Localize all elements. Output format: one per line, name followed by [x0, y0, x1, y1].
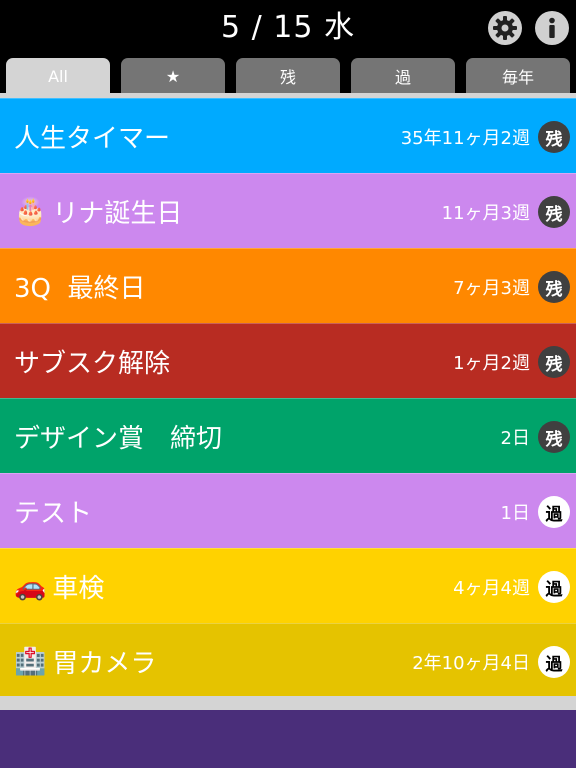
event-row[interactable]: デザイン賞 締切 2日 残 [0, 398, 576, 473]
event-period: 11ヶ月3週 [441, 202, 530, 224]
event-list: 人生タイマー 35年11ヶ月2週 残 🎂 リナ誕生日 11ヶ月3週 残 3Q 最終… [0, 98, 576, 698]
event-title: 🎂 リナ誕生日 [14, 196, 183, 230]
car-icon: 🚗 [14, 571, 47, 602]
event-period: 35年11ヶ月2週 [400, 127, 530, 149]
event-title: サブスク解除 [14, 349, 171, 379]
status-badge: 残 [538, 421, 570, 453]
event-period: 4ヶ月4週 [453, 577, 530, 599]
event-title: 🏥 胃カメラ [14, 646, 157, 680]
event-title: 人生タイマー [14, 124, 171, 154]
status-badge: 過 [538, 496, 570, 528]
event-period: 2日 [500, 427, 530, 449]
event-period: 1日 [500, 502, 530, 524]
gear-icon[interactable] [487, 10, 523, 46]
tab-yearly[interactable]: 毎年 [466, 58, 570, 94]
event-period: 1ヶ月2週 [453, 352, 530, 374]
birthday-cake-icon: 🎂 [14, 196, 47, 227]
tab-past[interactable]: 過 [351, 58, 455, 94]
event-row[interactable]: 🎂 リナ誕生日 11ヶ月3週 残 [0, 173, 576, 248]
event-period: 2年10ヶ月4日 [412, 652, 530, 674]
event-title: デザイン賞 締切 [14, 424, 223, 454]
event-row[interactable]: 🏥 胃カメラ 2年10ヶ月4日 過 [0, 623, 576, 698]
event-row[interactable]: サブスク解除 1ヶ月2週 残 [0, 323, 576, 398]
event-period: 7ヶ月3週 [453, 277, 530, 299]
event-title: テスト [14, 499, 93, 529]
status-badge: 過 [538, 646, 570, 678]
tab-remaining[interactable]: 残 [236, 58, 340, 94]
status-badge: 残 [538, 196, 570, 228]
status-badge: 残 [538, 271, 570, 303]
status-badge: 残 [538, 346, 570, 378]
event-row[interactable]: テスト 1日 過 [0, 473, 576, 548]
status-badge: 残 [538, 121, 570, 153]
list-bottom-divider [0, 696, 576, 710]
event-title: 🚗 車検 [14, 571, 105, 605]
info-icon[interactable] [534, 10, 570, 46]
event-title: 3Q 最終日 [14, 274, 146, 304]
footer-bar [0, 710, 576, 768]
tab-all[interactable]: All [6, 58, 110, 94]
tab-starred[interactable]: ★ [121, 58, 225, 94]
event-row[interactable]: 🚗 車検 4ヶ月4週 過 [0, 548, 576, 623]
header: 5 / 15 水 [0, 0, 576, 56]
status-badge: 過 [538, 571, 570, 603]
hospital-icon: 🏥 [14, 646, 47, 677]
tab-bar: All ★ 残 過 毎年 [0, 56, 576, 94]
event-row[interactable]: 3Q 最終日 7ヶ月3週 残 [0, 248, 576, 323]
event-row[interactable]: 人生タイマー 35年11ヶ月2週 残 [0, 98, 576, 173]
